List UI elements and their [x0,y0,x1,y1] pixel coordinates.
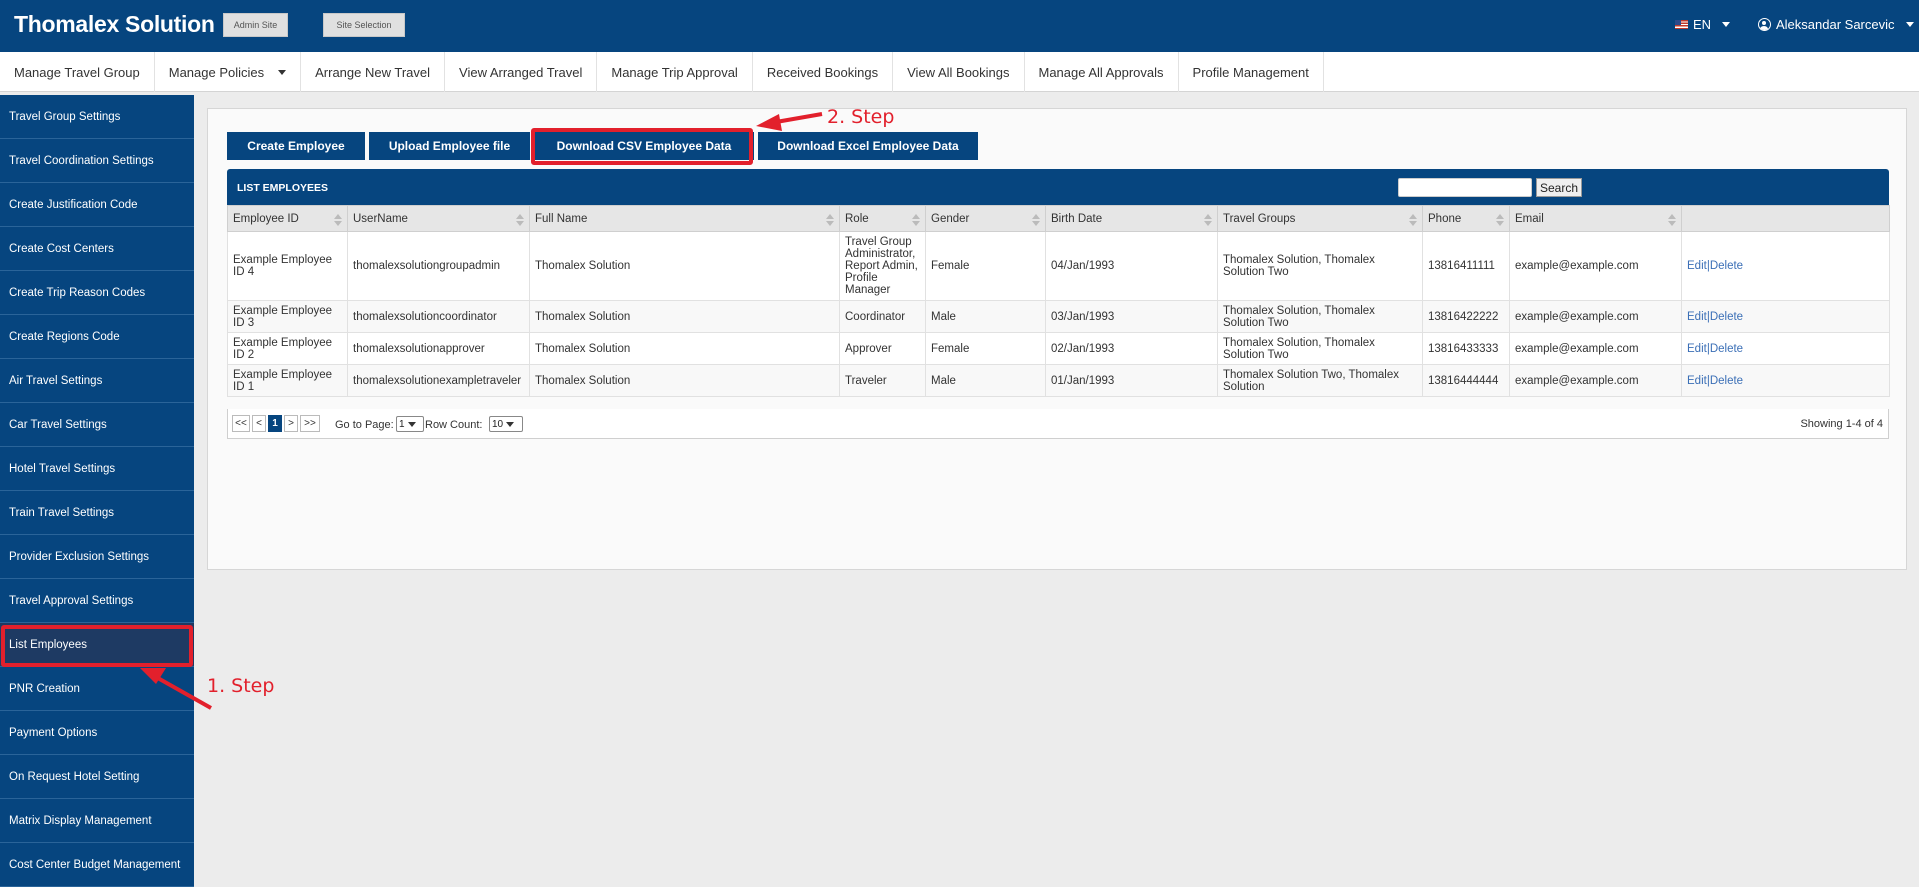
step2-arrow-head [756,114,782,131]
step2-arrow-line [775,112,823,124]
step1-arrow-line [155,675,212,710]
annotation-arrows [140,112,823,710]
